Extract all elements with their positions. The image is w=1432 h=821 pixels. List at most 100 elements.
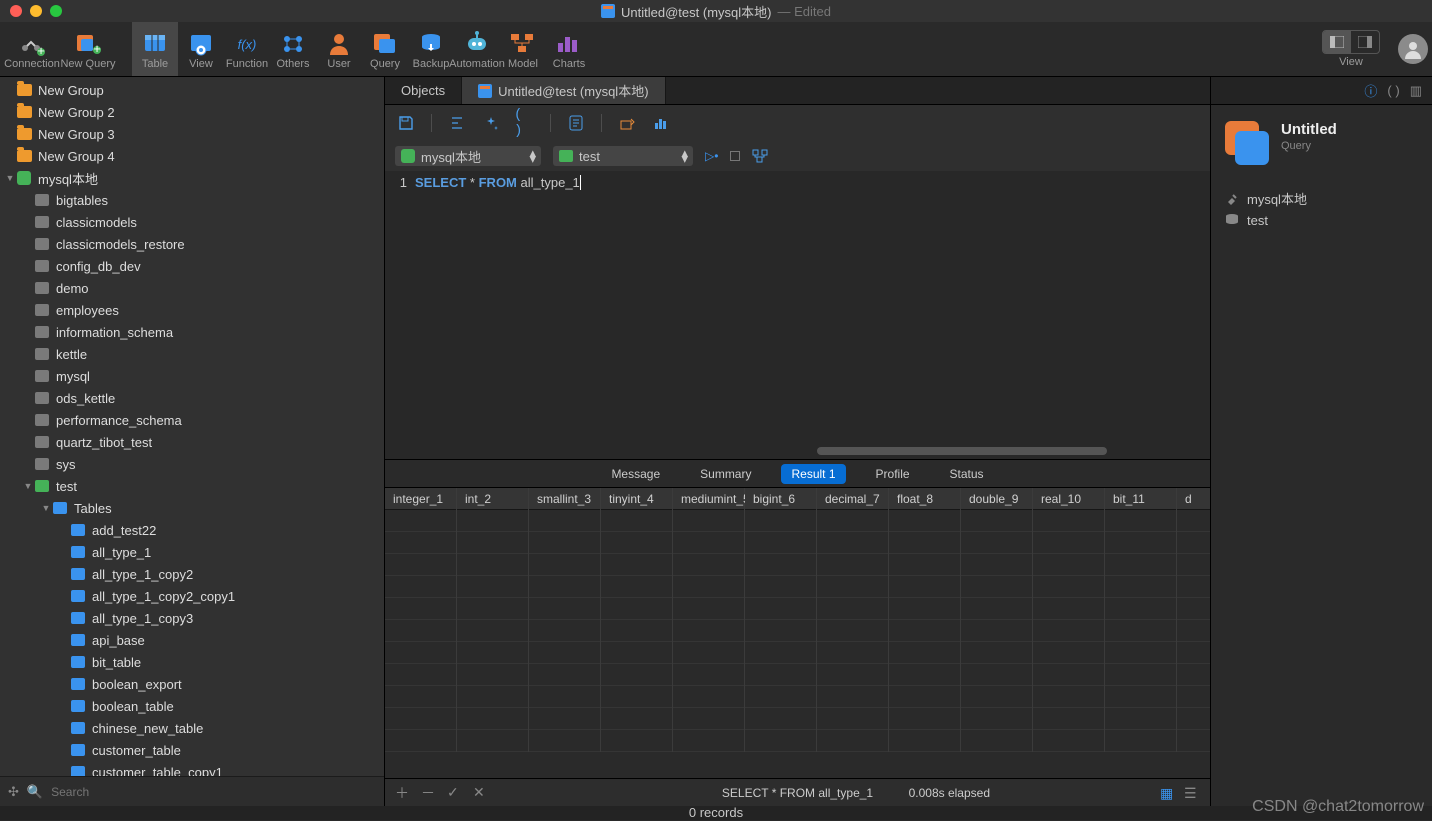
toolbar-connection[interactable]: +Connection	[4, 22, 60, 76]
grid-cell[interactable]	[601, 708, 672, 730]
tree-db-performance_schema[interactable]: performance_schema	[0, 409, 384, 431]
grid-cell[interactable]	[817, 642, 888, 664]
grid-cell[interactable]	[817, 730, 888, 752]
grid-cell[interactable]	[1177, 664, 1210, 686]
tree-db-classicmodels[interactable]: classicmodels	[0, 211, 384, 233]
grid-cell[interactable]	[529, 686, 600, 708]
grid-cell[interactable]	[529, 664, 600, 686]
expand-arrow[interactable]: ▼	[22, 481, 34, 491]
grid-cell[interactable]	[745, 598, 816, 620]
grid-cell[interactable]	[1033, 576, 1104, 598]
grid-cell[interactable]	[673, 686, 744, 708]
tree-table-add_test22[interactable]: add_test22	[0, 519, 384, 541]
grid-cell[interactable]	[961, 620, 1032, 642]
grid-cell[interactable]	[1105, 576, 1176, 598]
grid-cell[interactable]	[1177, 642, 1210, 664]
grid-cell[interactable]	[457, 620, 528, 642]
column-header[interactable]: decimal_7	[817, 488, 888, 510]
grid-cell[interactable]	[457, 708, 528, 730]
column-header[interactable]: bit_11	[1105, 488, 1176, 510]
minimize-window[interactable]	[30, 5, 42, 17]
grid-cell[interactable]	[745, 642, 816, 664]
tree-table-boolean_export[interactable]: boolean_export	[0, 673, 384, 695]
tree-table-all_type_1_copy3[interactable]: all_type_1_copy3	[0, 607, 384, 629]
tree-table-all_type_1_copy2_copy1[interactable]: all_type_1_copy2_copy1	[0, 585, 384, 607]
brackets-icon[interactable]: ( )	[514, 112, 536, 134]
column-header[interactable]: double_9	[961, 488, 1032, 510]
settings-icon[interactable]: ✣	[8, 784, 19, 800]
grid-cell[interactable]	[1177, 598, 1210, 620]
grid-cell[interactable]	[529, 642, 600, 664]
grid-cell[interactable]	[817, 510, 888, 532]
grid-cell[interactable]	[1177, 576, 1210, 598]
tree-db-classicmodels_restore[interactable]: classicmodels_restore	[0, 233, 384, 255]
grid-cell[interactable]	[385, 554, 456, 576]
grid-cell[interactable]	[1033, 730, 1104, 752]
tree-db-mysql[interactable]: mysql	[0, 365, 384, 387]
add-row-icon[interactable]: ＋	[395, 783, 411, 803]
grid-cell[interactable]	[673, 576, 744, 598]
grid-cell[interactable]	[385, 576, 456, 598]
tree-connection-mysql本地[interactable]: ▼mysql本地	[0, 167, 384, 189]
grid-cell[interactable]	[385, 532, 456, 554]
explain-icon[interactable]	[752, 149, 768, 163]
grid-cell[interactable]	[385, 598, 456, 620]
tree-folder-New-Group-4[interactable]: New Group 4	[0, 145, 384, 167]
grid-cell[interactable]	[961, 576, 1032, 598]
grid-cell[interactable]	[889, 620, 960, 642]
grid-cell[interactable]	[1177, 686, 1210, 708]
layout-toggle[interactable]	[1322, 30, 1380, 54]
grid-cell[interactable]	[817, 554, 888, 576]
grid-cell[interactable]	[1177, 620, 1210, 642]
grid-cell[interactable]	[745, 664, 816, 686]
apply-icon[interactable]: ✓	[447, 784, 463, 801]
grid-cell[interactable]	[889, 708, 960, 730]
grid-cell[interactable]	[889, 664, 960, 686]
result-tab-status[interactable]: Status	[940, 464, 994, 484]
grid-cell[interactable]	[817, 708, 888, 730]
tree-db-employees[interactable]: employees	[0, 299, 384, 321]
stop-button[interactable]	[730, 151, 740, 161]
grid-cell[interactable]	[745, 532, 816, 554]
column-header[interactable]: mediumint_5	[673, 488, 744, 510]
result-grid[interactable]: integer_1int_2smallint_3tinyint_4mediumi…	[385, 487, 1210, 778]
toolbar-others[interactable]: Others	[270, 22, 316, 76]
grid-cell[interactable]	[457, 664, 528, 686]
search-input[interactable]	[51, 785, 376, 799]
grid-cell[interactable]	[961, 598, 1032, 620]
grid-cell[interactable]	[529, 598, 600, 620]
grid-cell[interactable]	[961, 664, 1032, 686]
editor-scrollbar[interactable]	[817, 447, 1107, 455]
grid-cell[interactable]	[1105, 598, 1176, 620]
grid-cell[interactable]	[961, 730, 1032, 752]
grid-cell[interactable]	[1105, 510, 1176, 532]
grid-cell[interactable]	[385, 510, 456, 532]
grid-cell[interactable]	[889, 554, 960, 576]
column-header[interactable]: float_8	[889, 488, 960, 510]
connection-tree[interactable]: New GroupNew Group 2New Group 3New Group…	[0, 77, 384, 776]
grid-cell[interactable]	[457, 642, 528, 664]
grid-cell[interactable]	[1105, 620, 1176, 642]
grid-cell[interactable]	[889, 576, 960, 598]
grid-cell[interactable]	[817, 576, 888, 598]
user-avatar[interactable]	[1398, 34, 1428, 64]
grid-cell[interactable]	[385, 642, 456, 664]
tree-folder-New-Group-2[interactable]: New Group 2	[0, 101, 384, 123]
grid-cell[interactable]	[601, 510, 672, 532]
tree-tables-Tables[interactable]: ▼Tables	[0, 497, 384, 519]
tree-db-information_schema[interactable]: information_schema	[0, 321, 384, 343]
grid-cell[interactable]	[1177, 708, 1210, 730]
grid-cell[interactable]	[1177, 532, 1210, 554]
column-header[interactable]: bigint_6	[745, 488, 816, 510]
chart-icon[interactable]	[650, 112, 672, 134]
save-icon[interactable]	[395, 112, 417, 134]
result-tab-message[interactable]: Message	[601, 464, 670, 484]
database-select[interactable]: test ▴▾	[553, 146, 693, 166]
info-tab-info-icon[interactable]: ⓘ	[1364, 81, 1377, 100]
grid-cell[interactable]	[1105, 686, 1176, 708]
grid-cell[interactable]	[529, 532, 600, 554]
run-button[interactable]: ▷•	[705, 149, 718, 163]
result-tab-result-1[interactable]: Result 1	[781, 464, 845, 484]
grid-cell[interactable]	[673, 730, 744, 752]
grid-cell[interactable]	[1033, 598, 1104, 620]
